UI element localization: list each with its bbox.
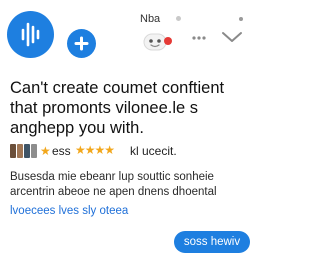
chevron-down-icon[interactable] <box>220 28 244 46</box>
app-avatar[interactable] <box>7 11 54 58</box>
star-rating: ★★★★ <box>75 143 115 157</box>
thumbnail-image <box>24 144 30 158</box>
voice-wave-icon <box>21 22 40 47</box>
top-label: Nba <box>140 13 161 25</box>
message-heading: Can't create coumet conftient that promo… <box>10 79 225 137</box>
thumbnail-image <box>31 144 37 158</box>
meta-prefix: ess <box>52 144 71 158</box>
add-button[interactable] <box>67 29 96 58</box>
message-body: Busesda mie ebeanr lup souttic sonheie a… <box>10 171 217 198</box>
message-link[interactable]: lvoecees lves sly oteea <box>10 204 128 219</box>
plus-icon <box>74 36 89 51</box>
status-dot <box>239 17 243 21</box>
bot-face-icon[interactable] <box>141 30 175 54</box>
thumbnail-image <box>10 144 16 158</box>
reply-button[interactable]: soss hewiv <box>174 231 250 253</box>
meta-suffix: kl ucecit. <box>130 144 177 158</box>
thumbnail-image <box>17 144 23 158</box>
star-icon: ★ <box>40 144 51 158</box>
meta-row: ★ ess ★★★★ kl ucecit. <box>10 142 250 160</box>
status-dot <box>176 16 181 21</box>
more-dots-icon[interactable] <box>191 34 207 42</box>
